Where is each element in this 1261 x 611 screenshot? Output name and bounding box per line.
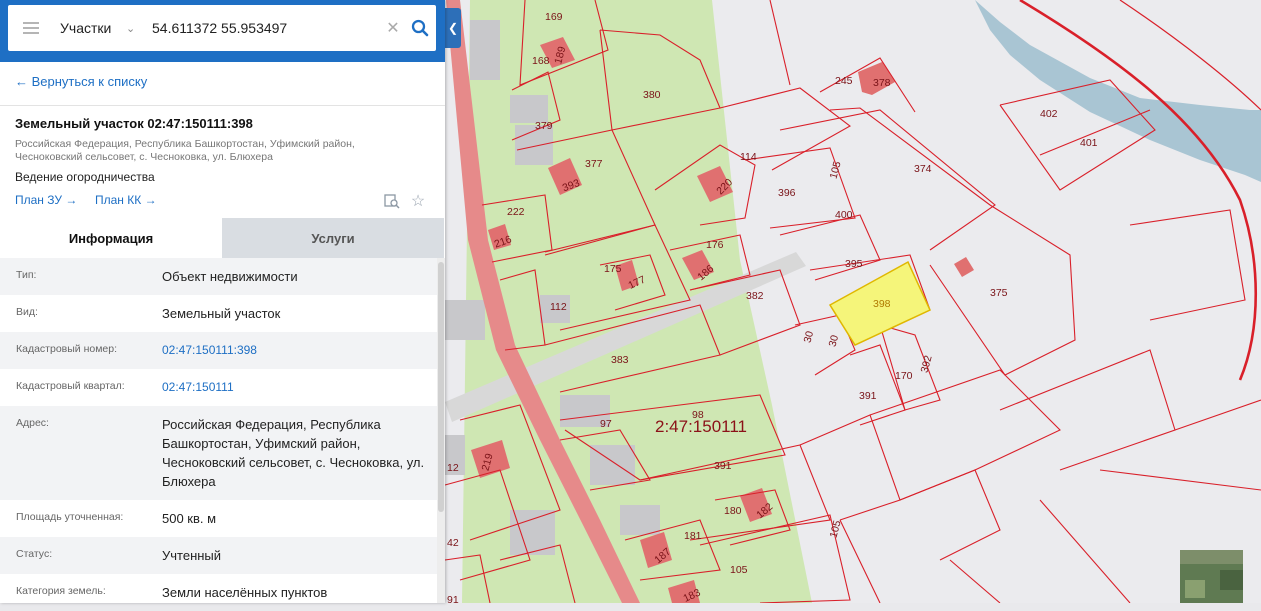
menu-icon[interactable] [8,5,54,51]
row-key: Кадастровый номер: [16,343,118,355]
label-402: 402 [1040,108,1058,120]
scrollbar-thumb[interactable] [438,262,444,512]
label-375: 375 [990,287,1008,299]
row-key: Адрес: [16,417,49,429]
tab-services[interactable]: Услуги [222,218,444,258]
table-row: Площадь уточненная: 500 кв. м [0,500,437,537]
row-value: Земельный участок [162,306,281,321]
clear-icon[interactable]: ✕ [382,18,404,38]
label-180: 180 [724,505,742,517]
label-114: 114 [740,151,757,163]
label-181: 181 [684,530,702,542]
label-12: 12 [447,462,459,474]
row-key: Кадастровый квартал: [16,380,125,392]
table-row: Категория земель: Земли населённых пункто… [0,574,437,611]
collapse-panel-button[interactable]: ❮ [445,8,461,48]
divider [0,105,445,106]
info-table: Тип: Объект недвижимости Вид: Земельный уч… [0,258,437,611]
row-key: Площадь уточненная: [16,511,124,523]
row-key: Статус: [16,548,53,560]
parcel-address: Российская Федерация, Республика Башкорт… [15,138,355,163]
search-icon [411,19,429,37]
search-box: Участки ⌄ 54.611372 55.953497 ✕ [8,5,436,51]
label-382: 382 [746,290,764,302]
label-170: 170 [895,370,913,382]
parcel-purpose: Ведение огородничества [15,170,155,184]
row-value: Объект недвижимости [162,269,298,284]
back-to-list-link[interactable]: ← Вернуться к списку [15,74,147,89]
label-42: 42 [447,537,459,549]
row-value: 500 кв. м [162,511,217,526]
label-400: 400 [835,209,853,221]
row-key: Категория земель: [16,585,106,597]
search-mode-select[interactable]: Участки [54,20,126,36]
label-175: 175 [604,263,622,275]
satellite-preview-icon [1180,550,1243,603]
label-379: 379 [535,120,553,132]
label-97: 97 [600,418,612,430]
quarter-label: 2:47:150111 [655,417,747,436]
cadastral-number-link[interactable]: 02:47:150111:398 [162,341,437,360]
search-bar-container: Участки ⌄ 54.611372 55.953497 ✕ [0,0,445,62]
row-key: Тип: [16,269,37,281]
label-398: 398 [873,298,891,310]
label-105a: 105 [730,564,748,576]
tab-information[interactable]: Информация [0,218,222,258]
favorite-star-icon[interactable]: ☆ [409,192,427,210]
parcel-title: Земельный участок 02:47:150111:398 [15,116,253,131]
label-391b: 391 [714,460,732,472]
label-222: 222 [507,206,525,218]
label-112: 112 [550,301,567,313]
row-key: Вид: [16,306,38,318]
plan-kk-link[interactable]: План КК → [95,193,157,207]
row-value: Российская Федерация, Республика Башкорт… [162,417,425,489]
label-176: 176 [706,239,724,251]
zoom-to-icon[interactable] [383,192,401,210]
label-383: 383 [611,354,629,366]
table-row: Вид: Земельный участок [0,295,437,332]
scrollbar[interactable] [437,258,445,603]
label-378: 378 [873,77,891,89]
chevron-down-icon[interactable]: ⌄ [126,22,142,35]
plan-zu-link[interactable]: План ЗУ → [15,193,77,207]
row-value: Земли населённых пунктов [162,585,328,600]
table-row: Кадастровый квартал: 02:47:150111 [0,369,437,406]
search-button[interactable] [404,5,436,51]
label-396a: 396 [778,187,796,199]
table-row: Адрес: Российская Федерация, Республика Б… [0,406,437,500]
label-395: 395 [845,258,863,270]
label-169: 169 [545,11,563,23]
chevron-left-icon: ❮ [447,21,459,35]
label-168: 168 [532,55,550,67]
table-row: Статус: Учтенный [0,537,437,574]
label-245: 245 [835,75,853,87]
row-value: Учтенный [162,548,222,563]
label-377: 377 [585,158,603,170]
label-380: 380 [643,89,661,101]
label-401: 401 [1080,137,1098,149]
label-374: 374 [914,163,932,175]
search-input[interactable]: 54.611372 55.953497 [142,20,382,36]
info-panel: Участки ⌄ 54.611372 55.953497 ✕ ← Вернут… [0,0,445,603]
label-391a: 391 [859,390,877,402]
cadastral-quarter-link[interactable]: 02:47:150111 [162,378,437,397]
basemap-thumbnail[interactable] [1180,550,1243,603]
table-row: Тип: Объект недвижимости [0,258,437,295]
table-row: Кадастровый номер: 02:47:150111:398 [0,332,437,369]
label-91: 91 [447,594,459,603]
